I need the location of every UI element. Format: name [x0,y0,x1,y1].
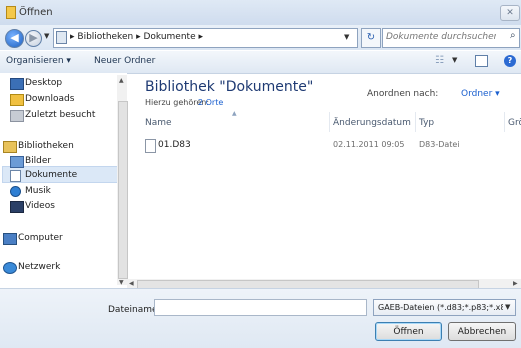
computer-icon [3,233,17,245]
music-icon [10,186,21,197]
nav-item-computer[interactable]: Computer [18,233,63,243]
nav-item-documents[interactable]: Dokumente [25,170,77,180]
nav-item-music[interactable]: Musik [25,186,51,196]
bottom-panel [0,288,521,348]
column-divider[interactable] [329,112,330,132]
preview-pane-icon[interactable] [475,55,488,67]
refresh-icon: ↻ [366,32,376,43]
chevron-down-icon[interactable]: ▼ [505,303,510,311]
downloads-icon [10,94,24,106]
file-name[interactable]: 01.D83 [158,140,191,150]
desktop-icon [10,78,24,90]
nav-item-downloads[interactable]: Downloads [25,94,74,104]
nav-item-desktop[interactable]: Desktop [25,78,62,88]
documents-icon [10,170,21,182]
include-locations-link[interactable]: 2 Orte [198,98,223,107]
videos-icon [10,201,24,213]
column-type[interactable]: Typ [419,118,434,128]
arrange-by-label: Anordnen nach: [367,89,439,99]
library-folder-icon [56,31,67,44]
column-size[interactable]: Grö [508,118,521,128]
window-icon [6,6,16,19]
breadcrumb-chevron-icon: ▸ [195,32,203,42]
nav-scrollbar-thumb[interactable] [118,101,128,279]
forward-button[interactable]: ▶ [25,30,42,47]
column-divider[interactable] [504,112,505,132]
breadcrumb-item[interactable]: Dokumente [143,32,195,42]
sort-indicator-icon: ▲ [232,110,237,117]
search-input[interactable] [386,32,496,42]
pictures-icon [10,156,24,168]
column-name[interactable]: Name [145,118,172,128]
close-button[interactable]: ✕ [500,5,520,21]
title-bar [0,0,521,26]
close-icon: ✕ [506,8,514,18]
column-divider[interactable] [415,112,416,132]
breadcrumb-chevron-icon: ▸ [133,32,144,42]
scroll-right-icon[interactable]: ▶ [513,280,518,287]
open-button[interactable]: Öffnen [375,322,442,341]
view-mode-dropdown-icon[interactable]: ▼ [452,56,457,64]
nav-item-recent[interactable]: Zuletzt besucht [25,110,95,120]
filename-input[interactable] [154,299,367,316]
new-folder-button[interactable]: Neuer Ordner [94,56,155,66]
network-icon [3,262,17,274]
back-button[interactable]: ◀ [5,29,24,48]
view-mode-icon[interactable]: ☷ [435,55,444,66]
history-dropdown-icon[interactable]: ▼ [44,32,49,40]
file-row[interactable] [143,138,517,153]
nav-item-pictures[interactable]: Bilder [25,156,51,166]
filename-label: Dateiname: [108,305,161,315]
breadcrumb-item[interactable]: Bibliotheken [77,32,133,42]
scroll-up-icon[interactable]: ▲ [119,77,124,84]
column-date[interactable]: Änderungsdatum [333,118,411,128]
breadcrumb[interactable]: ▸ Bibliotheken ▸ Dokumente ▸ [70,32,203,42]
organize-button[interactable]: Organisieren ▾ [6,56,71,66]
scroll-down-icon[interactable]: ▼ [119,279,124,286]
forward-arrow-icon: ▶ [29,31,38,44]
scroll-left-icon[interactable]: ◀ [129,280,134,287]
recent-icon [10,110,24,122]
search-icon[interactable]: ⌕ [510,30,516,41]
refresh-button[interactable]: ↻ [361,28,381,48]
address-dropdown-icon[interactable]: ▼ [344,33,349,41]
file-type: D83-Datei [419,140,460,149]
help-icon[interactable]: ? [504,55,516,67]
file-date: 02.11.2011 09:05 [333,140,405,149]
window-title: Öffnen [19,7,53,18]
nav-item-libraries[interactable]: Bibliotheken [18,141,74,151]
back-arrow-icon: ◀ [10,31,19,44]
file-icon [145,139,156,153]
file-type-filter-value: GAEB-Dateien (*.d83;*.p83;*.x8: [378,303,503,312]
library-title: Bibliothek "Dokumente" [145,79,314,95]
cancel-button[interactable]: Abbrechen [448,322,516,341]
arrange-by-dropdown[interactable]: Ordner ▾ [461,89,500,99]
nav-item-videos[interactable]: Videos [25,201,55,211]
nav-item-network[interactable]: Netzwerk [18,262,60,272]
libraries-icon [3,141,17,153]
